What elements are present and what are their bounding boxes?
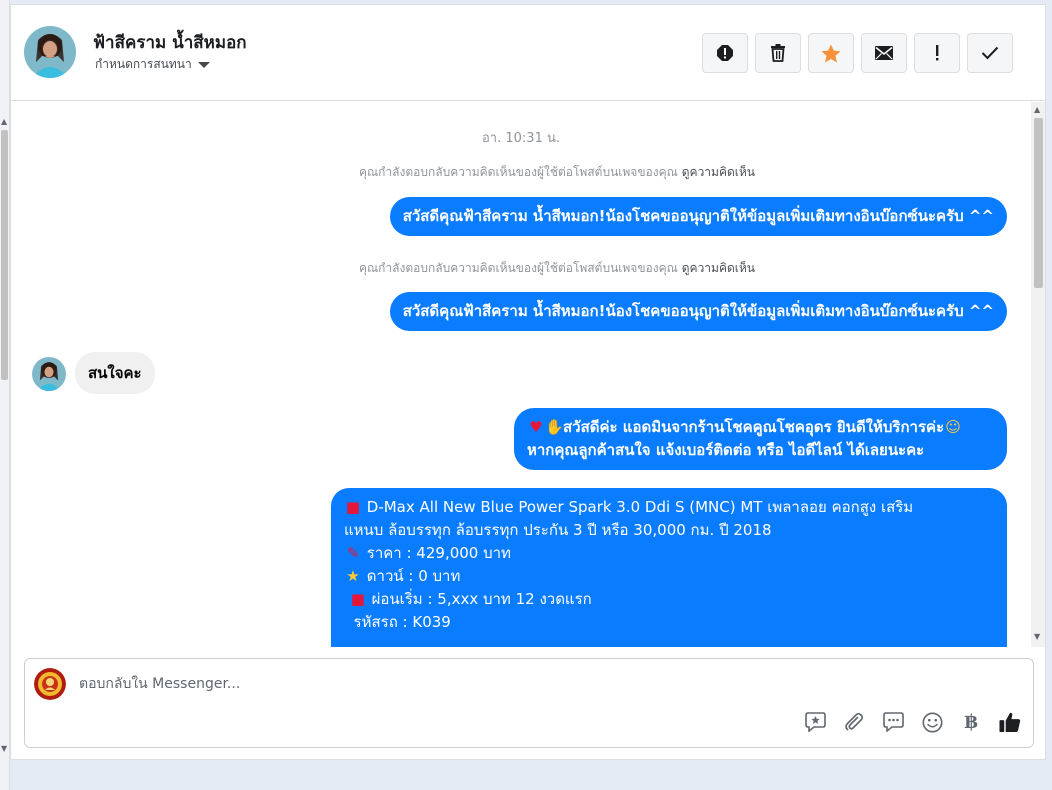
left-scrollbar[interactable]: ▲ ▼ (0, 0, 10, 790)
star-emoji-icon: ★ (346, 567, 360, 585)
report-button[interactable] (702, 33, 748, 73)
trash-icon (771, 44, 785, 62)
done-button[interactable] (967, 33, 1013, 73)
car-listing-message[interactable]: ■ D-Max All New Blue Power Spark 3.0 Ddi… (331, 488, 1007, 647)
page-avatar (34, 668, 66, 700)
message-line: ■ ผ่อนเริ่ม : 5,xxx บาท 12 งวดแรก (344, 588, 994, 611)
message-line: หากคุณลูกค้าสนใจ แจ้งเบอร์ติดต่อ หรือ ไอ… (527, 441, 925, 459)
composer-toolbar: ฿ (804, 711, 1021, 733)
conversation-settings-label: กำหนดการสนทนา (95, 57, 192, 71)
scroll-up-arrow-icon[interactable]: ▲ (1, 117, 7, 126)
message-line-text: ผ่อนเริ่ม : 5,xxx บาท 12 งวดแรก (371, 590, 592, 608)
message-line-text: ราคา : 429,000 บาท (366, 544, 511, 562)
message-line-text: สวัสดีค่ะ แอดมินจากร้านโชคคูณโชคอุดร ยิน… (563, 418, 945, 436)
reply-notice: คุณกำลังตอบกลับความคิดเห็นของผู้ใช้ต่อโพ… (359, 163, 755, 182)
message-thread[interactable]: อา. 10:31 น. คุณกำลังตอบกลับความคิดเห็นข… (11, 102, 1031, 647)
message-line-text: รหัสรถ : K039 (353, 613, 451, 631)
scroll-down-arrow-icon[interactable]: ▼ (1, 744, 7, 753)
check-icon (981, 46, 999, 60)
caret-down-icon (197, 61, 210, 68)
mark-unread-button[interactable] (861, 33, 907, 73)
thread-scrollbar[interactable]: ▲ ▼ (1031, 102, 1045, 647)
saved-reply-icon[interactable] (804, 711, 826, 733)
star-button[interactable] (808, 33, 854, 73)
alert-circle-icon (717, 45, 733, 61)
love-face-icon: ☺ (945, 418, 961, 436)
pushpin-icon: ✎ (346, 544, 360, 562)
baht-icon[interactable]: ฿ (960, 711, 982, 733)
scroll-up-arrow-icon[interactable]: ▲ (1034, 105, 1040, 114)
emoji-icon[interactable] (921, 711, 943, 733)
conversation-panel: ฟ้าสีคราม น้ำสีหมอก กำหนดการสนทนา อา. 10… (10, 4, 1046, 760)
contact-avatar[interactable] (24, 26, 76, 78)
message-line: รหัสรถ : K039 (344, 611, 994, 634)
message-line: ✎ ราคา : 429,000 บาท (344, 542, 994, 565)
delete-button[interactable] (755, 33, 801, 73)
conversation-settings-dropdown[interactable]: กำหนดการสนทนา (95, 55, 210, 74)
star-icon (821, 44, 841, 62)
message-composer: ฿ (24, 658, 1034, 748)
message-line-text: D-Max All New Blue Power Spark 3.0 Ddi S… (366, 498, 914, 516)
chat-bubble-icon[interactable] (882, 711, 904, 733)
important-button[interactable] (914, 33, 960, 73)
envelope-icon (875, 46, 893, 60)
header-actions (702, 33, 1013, 73)
car-icon: ■ (345, 498, 361, 516)
message-line: แหนบ ล้อบรรทุก ล้อบรรทุก ประกัน 3 ปี หรื… (344, 521, 772, 539)
reply-input[interactable] (79, 673, 779, 695)
view-comment-link[interactable]: ดูความคิดเห็น (682, 165, 755, 179)
outgoing-message-multiline[interactable]: ♥ ✋สวัสดีค่ะ แอดมินจากร้านโชคคูณโชคอุดร ย… (514, 408, 1007, 470)
outgoing-message[interactable]: สวัสดีคุณฟ้าสีคราม น้ำสีหมอก!น้องโชคขออน… (389, 292, 1007, 331)
reply-notice-text: คุณกำลังตอบกลับความคิดเห็นของผู้ใช้ต่อโพ… (359, 165, 678, 179)
reply-notice: คุณกำลังตอบกลับความคิดเห็นของผู้ใช้ต่อโพ… (359, 259, 755, 278)
pray-icon: ✋ (545, 418, 564, 436)
thread-scroll-thumb[interactable] (1034, 118, 1043, 288)
contact-name[interactable]: ฟ้าสีคราม น้ำสีหมอก (93, 29, 247, 56)
message-timestamp: อา. 10:31 น. (482, 131, 560, 146)
outgoing-message[interactable]: สวัสดีคุณฟ้าสีคราม น้ำสีหมอก!น้องโชคขออน… (389, 197, 1007, 236)
scroll-down-arrow-icon[interactable]: ▼ (1034, 632, 1040, 641)
car-icon: ■ (350, 590, 365, 608)
exclamation-icon (936, 45, 939, 61)
heart-icon: ♥ (529, 418, 543, 436)
conversation-header: ฟ้าสีคราม น้ำสีหมอก กำหนดการสนทนา (11, 5, 1045, 101)
message-line-text: ดาวน์ : 0 บาท (366, 567, 461, 585)
message-line: ♥ ✋สวัสดีค่ะ แอดมินจากร้านโชคคูณโชคอุดร ย… (527, 416, 994, 439)
reply-notice-text: คุณกำลังตอบกลับความคิดเห็นของผู้ใช้ต่อโพ… (359, 261, 678, 275)
message-line: ■ D-Max All New Blue Power Spark 3.0 Ddi… (344, 496, 994, 519)
left-scroll-thumb[interactable] (1, 130, 8, 380)
view-comment-link[interactable]: ดูความคิดเห็น (682, 261, 755, 275)
thumbs-up-icon[interactable] (999, 711, 1021, 733)
attachment-icon[interactable] (843, 711, 865, 733)
incoming-message[interactable]: สนใจคะ (75, 352, 155, 394)
contact-avatar-small[interactable] (32, 357, 66, 391)
message-line: ★ ดาวน์ : 0 บาท (344, 565, 994, 588)
